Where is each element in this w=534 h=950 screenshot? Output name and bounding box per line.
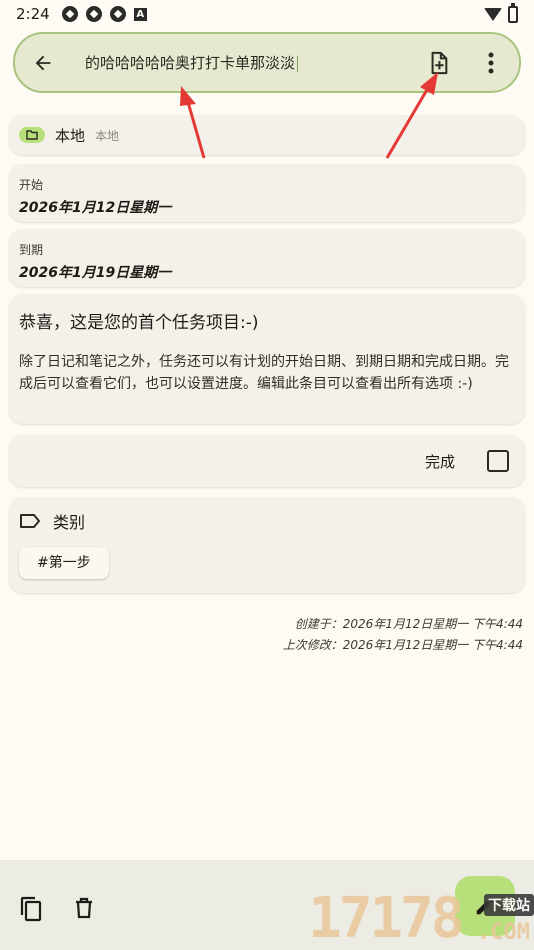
copy-button[interactable] bbox=[19, 896, 43, 926]
complete-label: 完成 bbox=[424, 452, 455, 471]
collection-name: 本地 bbox=[55, 126, 86, 145]
sync-icon bbox=[61, 6, 78, 22]
status-time: 2:24 bbox=[16, 5, 50, 23]
status-notification-icons: A bbox=[61, 6, 147, 22]
categories-title: 类别 bbox=[53, 513, 86, 532]
created-timestamp: 创建于：2026年1月12日星期一 下午4:44 bbox=[294, 617, 523, 631]
start-date-value: 2026年1月12日星期一 bbox=[19, 200, 172, 216]
edit-fab[interactable] bbox=[455, 876, 515, 936]
label-icon bbox=[20, 514, 40, 528]
file-plus-icon bbox=[431, 51, 448, 74]
status-bar: 2:24 A bbox=[0, 0, 534, 28]
start-date-card[interactable]: 开始 2026年1月12日星期一 bbox=[9, 164, 525, 222]
title-input[interactable]: 的哈哈哈哈哈奥打打卡单那淡淡 bbox=[85, 52, 299, 73]
title-actions bbox=[425, 49, 505, 77]
sync-icon bbox=[85, 6, 102, 22]
arrow-left-icon bbox=[35, 55, 51, 70]
collection-card[interactable]: 本地 本地 bbox=[9, 115, 525, 155]
categories-card: 类别 #第一步 bbox=[9, 497, 525, 593]
task-summary: 恭喜，这是您的首个任务项目:-) bbox=[19, 313, 259, 333]
edit-icon bbox=[476, 897, 494, 915]
categories-header: 类别 bbox=[19, 509, 515, 533]
copy-icon bbox=[20, 896, 42, 922]
due-date-label: 到期 bbox=[19, 243, 44, 257]
add-file-button[interactable] bbox=[425, 49, 453, 77]
title-edit-bar[interactable]: 的哈哈哈哈哈奥打打卡单那淡淡 bbox=[13, 32, 521, 93]
folder-icon bbox=[26, 130, 38, 140]
task-content-card[interactable]: 恭喜，这是您的首个任务项目:-) 除了日记和笔记之外，任务还可以有计划的开始日期… bbox=[9, 294, 525, 424]
complete-checkbox[interactable] bbox=[487, 450, 509, 472]
complete-card: 完成 bbox=[9, 435, 525, 487]
more-menu-button[interactable] bbox=[477, 49, 505, 77]
collection-subtitle: 本地 bbox=[95, 128, 120, 143]
due-date-value: 2026年1月19日星期一 bbox=[19, 265, 172, 281]
modified-timestamp: 上次修改：2026年1月12日星期一 下午4:44 bbox=[282, 638, 523, 652]
timestamps: 创建于：2026年1月12日星期一 下午4:44 上次修改：2026年1月12日… bbox=[283, 614, 523, 656]
a-icon: A bbox=[133, 7, 147, 21]
wifi-icon bbox=[484, 7, 502, 21]
battery-icon bbox=[508, 2, 518, 23]
category-chip[interactable]: #第一步 bbox=[19, 547, 109, 579]
due-date-card[interactable]: 到期 2026年1月19日星期一 bbox=[9, 229, 525, 287]
delete-icon bbox=[76, 897, 92, 919]
status-system-icons bbox=[484, 2, 518, 23]
collection-badge bbox=[19, 127, 45, 143]
task-description: 除了日记和笔记之外，任务还可以有计划的开始日期、到期日期和完成日期。完成后可以查… bbox=[19, 354, 509, 392]
delete-button[interactable] bbox=[74, 897, 94, 923]
start-date-label: 开始 bbox=[19, 178, 44, 192]
sync-icon bbox=[109, 6, 126, 22]
more-vert-icon bbox=[488, 52, 494, 73]
back-button[interactable] bbox=[29, 49, 57, 77]
